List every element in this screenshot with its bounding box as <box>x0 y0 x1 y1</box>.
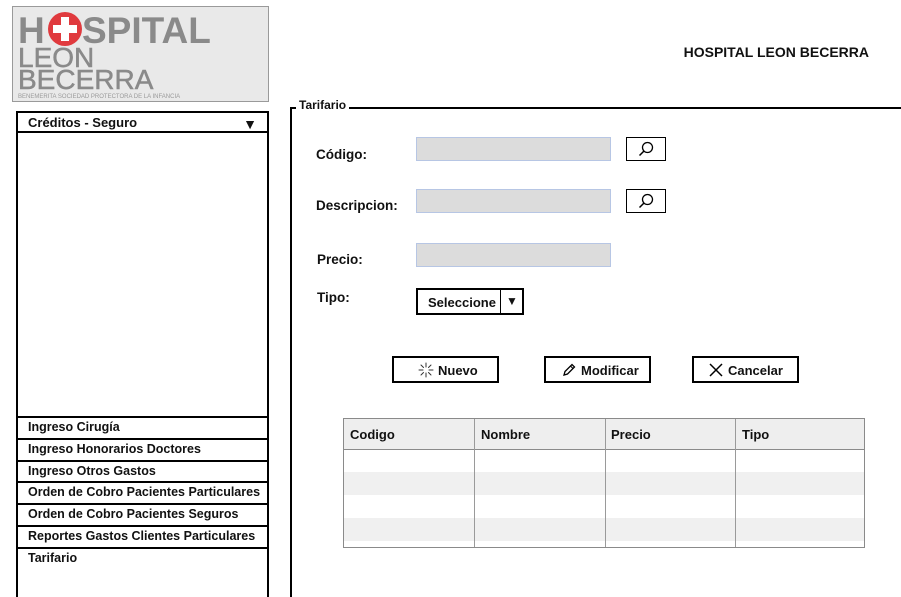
sidebar-dropdown[interactable]: Créditos - Seguro ▼ <box>18 113 267 133</box>
close-icon <box>709 363 723 377</box>
table-row[interactable] <box>344 495 864 518</box>
cancelar-button[interactable]: Cancelar <box>692 356 799 383</box>
column-header-tipo[interactable]: Tipo <box>736 419 769 449</box>
tarifario-table: Codigo Nombre Precio Tipo <box>343 418 865 548</box>
table-row[interactable] <box>344 518 864 541</box>
tipo-select[interactable]: Seleccione ▼ <box>416 288 524 315</box>
modificar-label: Modificar <box>581 363 639 378</box>
sidebar-item-cobro-seguros[interactable]: Orden de Cobro Pacientes Seguros <box>18 503 267 525</box>
codigo-label: Código: <box>316 147 367 162</box>
sidebar-dropdown-label: Créditos - Seguro <box>28 115 138 130</box>
column-header-precio[interactable]: Precio <box>605 419 651 449</box>
pencil-icon <box>563 363 576 376</box>
sidebar-item-honorarios-doctores[interactable]: Ingreso Honorarios Doctores <box>18 437 267 460</box>
logo-tagline: BENEMERITA SOCIEDAD PROTECTORA DE LA INF… <box>18 94 180 100</box>
triangle-down-icon: ▼ <box>506 294 518 308</box>
nuevo-label: Nuevo <box>438 363 478 378</box>
column-header-nombre[interactable]: Nombre <box>475 419 530 449</box>
table-header: Codigo Nombre Precio Tipo <box>344 419 864 450</box>
sparkle-icon <box>418 362 434 378</box>
sidebar-nav: Ingreso Cirugía Ingreso Honorarios Docto… <box>18 416 267 569</box>
codigo-input[interactable] <box>416 137 611 161</box>
sidebar-item-ingreso-cirugia[interactable]: Ingreso Cirugía <box>18 416 267 438</box>
cancelar-label: Cancelar <box>728 363 783 378</box>
descripcion-input[interactable] <box>416 189 611 213</box>
search-icon <box>638 193 654 209</box>
header-title: HOSPITAL LEON BECERRA <box>683 44 869 60</box>
descripcion-label: Descripcion: <box>316 198 398 213</box>
descripcion-search-button[interactable] <box>626 189 666 213</box>
sidebar-item-otros-gastos[interactable]: Ingreso Otros Gastos <box>18 459 267 482</box>
sidebar-item-tarifario[interactable]: Tarifario <box>18 546 267 569</box>
triangle-down-icon[interactable]: ▼ <box>243 114 257 134</box>
column-header-codigo[interactable]: Codigo <box>344 419 395 449</box>
table-row[interactable] <box>344 472 864 495</box>
precio-input[interactable] <box>416 243 611 267</box>
codigo-search-button[interactable] <box>626 137 666 161</box>
sidebar: Créditos - Seguro ▼ Ingreso Cirugía Ingr… <box>16 111 269 597</box>
hospital-logo: H SPITAL LEON BECERRA BENEMERITA SOCIEDA… <box>12 6 269 102</box>
modificar-button[interactable]: Modificar <box>544 356 651 383</box>
logo-text-becerra: BECERRA <box>18 64 154 95</box>
sidebar-item-reportes-gastos[interactable]: Reportes Gastos Clientes Particulares <box>18 524 267 547</box>
tipo-selected-value: Seleccione <box>428 295 496 310</box>
search-icon <box>638 141 654 157</box>
tipo-label: Tipo: <box>317 290 350 305</box>
nuevo-button[interactable]: Nuevo <box>392 356 499 383</box>
table-row[interactable] <box>344 449 864 472</box>
precio-label: Precio: <box>317 252 363 267</box>
sidebar-item-cobro-particulares[interactable]: Orden de Cobro Pacientes Particulares <box>18 481 267 503</box>
section-title: Tarifario <box>296 98 350 112</box>
logo-text-spital: SPITAL <box>82 10 211 51</box>
